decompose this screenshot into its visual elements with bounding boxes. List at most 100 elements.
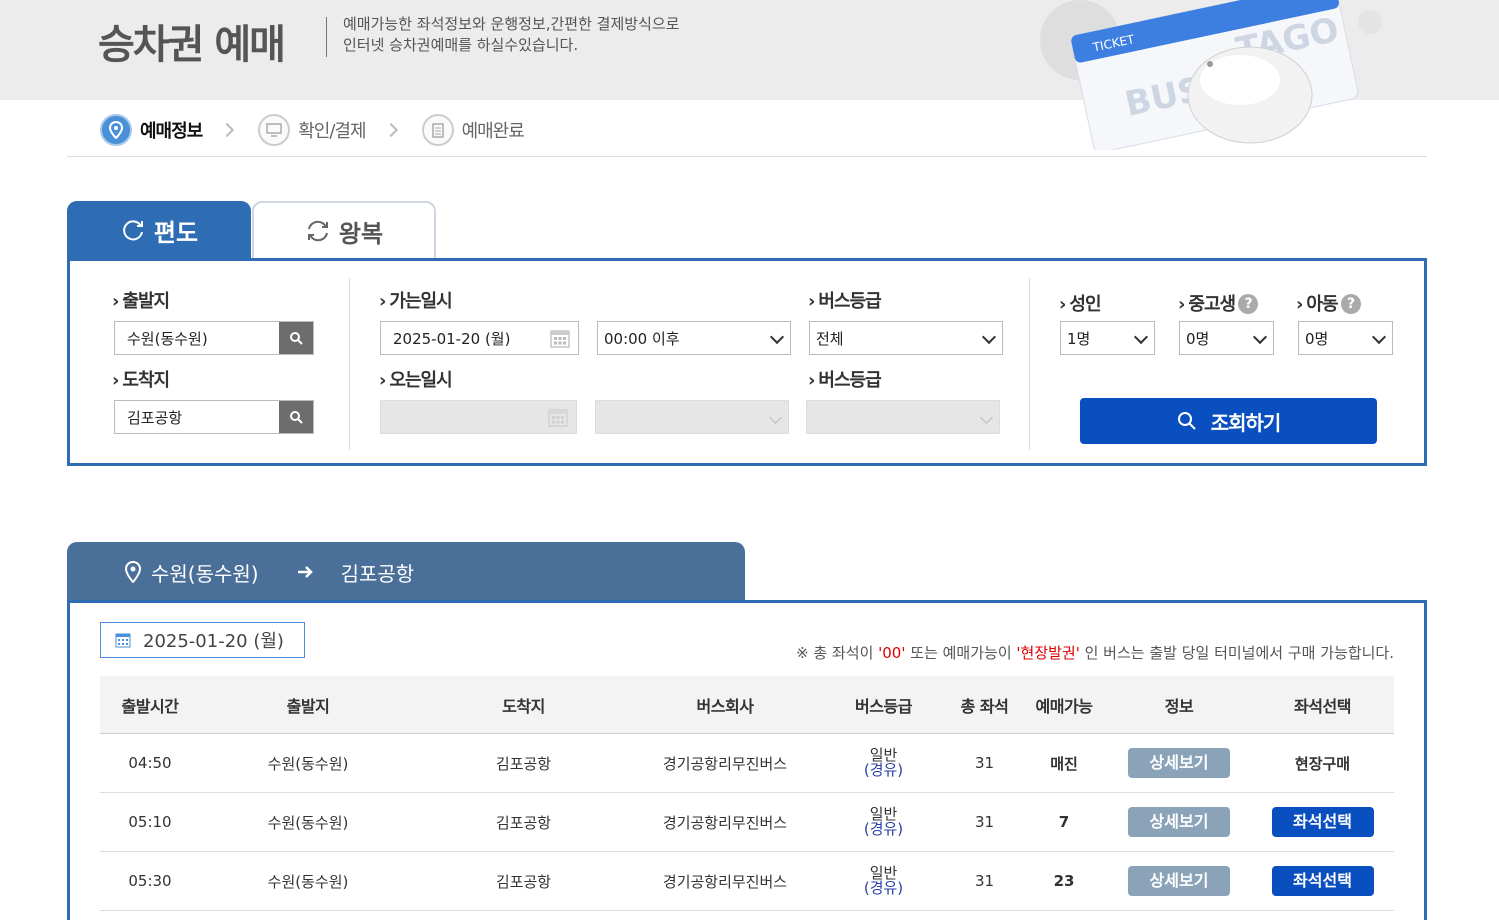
departure-value: 수원(동수원)	[127, 329, 208, 348]
divider	[67, 156, 1427, 157]
calendar-icon[interactable]	[550, 328, 570, 348]
divider	[349, 278, 350, 450]
column-header: 출발지	[200, 676, 416, 734]
description-line-2: 인터넷 승차권예매를 하실수있습니다.	[343, 36, 579, 54]
child-label: 아동?	[1296, 290, 1361, 316]
chevron-down-icon	[1133, 329, 1149, 345]
departure-field[interactable]: 수원(동수원)	[114, 321, 314, 355]
seat-cell: 좌석선택	[1251, 851, 1394, 911]
location-pin-icon	[100, 114, 132, 146]
chevron-down-icon	[980, 411, 993, 424]
column-header: 예매가능	[1021, 676, 1107, 734]
go-time-value: 00:00 이후	[604, 329, 680, 348]
step-booking-info: 예매정보	[100, 114, 203, 146]
column-header: 출발시간	[100, 676, 200, 734]
detail-button[interactable]: 상세보기	[1128, 748, 1230, 778]
return-grade-select	[806, 400, 1000, 434]
notice-text: 인 버스는 출발 당일 터미널에서 구매 가능합니다.	[1079, 644, 1394, 662]
total-seats: 31	[948, 851, 1021, 911]
bus-grade-label: 버스등급	[808, 287, 881, 313]
adult-count-select[interactable]: 1명	[1060, 321, 1155, 355]
via-link[interactable]: (경유)	[820, 881, 947, 896]
column-header: 버스등급	[819, 676, 948, 734]
chevron-down-icon	[1252, 329, 1268, 345]
total-seats: 31	[948, 733, 1021, 793]
arrival-value: 김포공항	[127, 408, 183, 427]
booking-steps: 예매정보 확인/결제 예매완료	[100, 110, 525, 150]
tab-roundtrip[interactable]: 왕복	[252, 201, 436, 259]
departure-label: 출발지	[112, 287, 170, 313]
location-pin-icon	[125, 561, 141, 583]
detail-button[interactable]: 상세보기	[1128, 866, 1230, 896]
go-time-select[interactable]: 00:00 이후	[597, 321, 791, 355]
notice-text: 또는 예매가능이	[905, 644, 1017, 662]
child-count-value: 0명	[1305, 329, 1329, 348]
search-icon[interactable]	[279, 322, 313, 354]
tab-oneway[interactable]: 편도	[67, 201, 251, 259]
column-header: 정보	[1107, 676, 1251, 734]
arrival-terminal: 김포공항	[416, 733, 631, 793]
step-confirm-payment: 확인/결제	[258, 114, 367, 146]
search-icon[interactable]	[279, 401, 313, 433]
tab-label: 왕복	[338, 219, 384, 248]
column-header: 도착지	[416, 676, 631, 734]
page-title: 승차권 예매	[98, 22, 286, 68]
seat-cell: 좌석선택	[1251, 792, 1394, 852]
chevron-down-icon	[769, 411, 782, 424]
help-icon[interactable]: ?	[1238, 294, 1259, 314]
info-cell: 상세보기	[1107, 851, 1251, 911]
calendar-icon	[548, 409, 568, 427]
route-to: 김포공항	[340, 561, 415, 586]
calendar-icon	[115, 633, 131, 648]
step-label: 예매완료	[461, 121, 525, 142]
departure-time: 05:10	[100, 792, 200, 852]
notice-highlight: '현장발권'	[1016, 644, 1080, 662]
select-seat-button[interactable]: 좌석선택	[1271, 807, 1374, 837]
via-link[interactable]: (경유)	[820, 763, 947, 778]
detail-button[interactable]: 상세보기	[1128, 807, 1230, 837]
help-icon[interactable]: ?	[1340, 294, 1361, 314]
available-seats: 매진	[1021, 733, 1107, 793]
ticket-mouse-illustration: TICKET BUS TAGO	[1040, 0, 1382, 150]
notice-highlight: '00'	[878, 644, 906, 662]
divider	[1029, 278, 1030, 450]
go-date-field[interactable]: 2025-01-20 (월)	[380, 321, 579, 355]
results-date-text: 2025-01-20 (월)	[143, 631, 284, 652]
search-submit-button[interactable]: 조회하기	[1080, 398, 1377, 444]
route-header: 수원(동수원) 김포공항	[67, 542, 745, 602]
select-seat-button[interactable]: 좌석선택	[1271, 866, 1374, 896]
title-divider	[326, 17, 327, 57]
bus-grade: 일반 (경유)	[819, 733, 948, 793]
student-count-select[interactable]: 0명	[1179, 321, 1274, 355]
arrival-field[interactable]: 김포공항	[114, 400, 314, 434]
refresh-icon	[307, 220, 328, 242]
bus-company: 경기공항리무진버스	[631, 733, 819, 793]
arrival-label: 도착지	[112, 366, 170, 392]
step-label: 예매정보	[140, 121, 203, 142]
total-seats: 31	[948, 792, 1021, 852]
table-row: 05:30 수원(동수원) 김포공항 경기공항리무진버스 일반 (경유) 31 2…	[100, 851, 1394, 911]
student-label: 중고생?	[1178, 290, 1259, 316]
child-count-select[interactable]: 0명	[1298, 321, 1393, 355]
step-complete: 예매완료	[421, 114, 525, 146]
table-row: 04:50 수원(동수원) 김포공항 경기공항리무진버스 일반 (경유) 31 매…	[100, 733, 1394, 793]
column-header: 좌석선택	[1251, 676, 1394, 734]
chevron-down-icon	[1371, 329, 1387, 345]
via-link[interactable]: (경유)	[820, 822, 947, 837]
bus-grade: 일반 (경유)	[819, 792, 948, 852]
arrival-terminal: 김포공항	[416, 792, 631, 852]
route-from: 수원(동수원)	[151, 561, 259, 586]
document-icon	[421, 114, 454, 146]
arrival-terminal: 김포공항	[416, 851, 631, 911]
table-row: 05:10 수원(동수원) 김포공항 경기공항리무진버스 일반 (경유) 31 7…	[100, 792, 1394, 852]
adult-label: 성인	[1059, 290, 1101, 316]
chevron-down-icon	[769, 329, 785, 345]
column-header: 버스회사	[631, 676, 819, 734]
notice-text: ※ 총 좌석이	[796, 644, 879, 662]
bus-schedule-table: 출발시간 출발지 도착지 버스회사 버스등급 총 좌석 예매가능 정보 좌석선택…	[100, 676, 1394, 911]
bus-grade-select[interactable]: 전체	[809, 321, 1003, 355]
results-date: 2025-01-20 (월)	[100, 622, 305, 658]
page-description: 예매가능한 좌석정보와 운행정보,간편한 결제방식으로 인터넷 승차권예매를 하…	[343, 14, 679, 56]
departure-time: 04:50	[100, 733, 200, 793]
description-line-1: 예매가능한 좌석정보와 운행정보,간편한 결제방식으로	[343, 15, 680, 33]
